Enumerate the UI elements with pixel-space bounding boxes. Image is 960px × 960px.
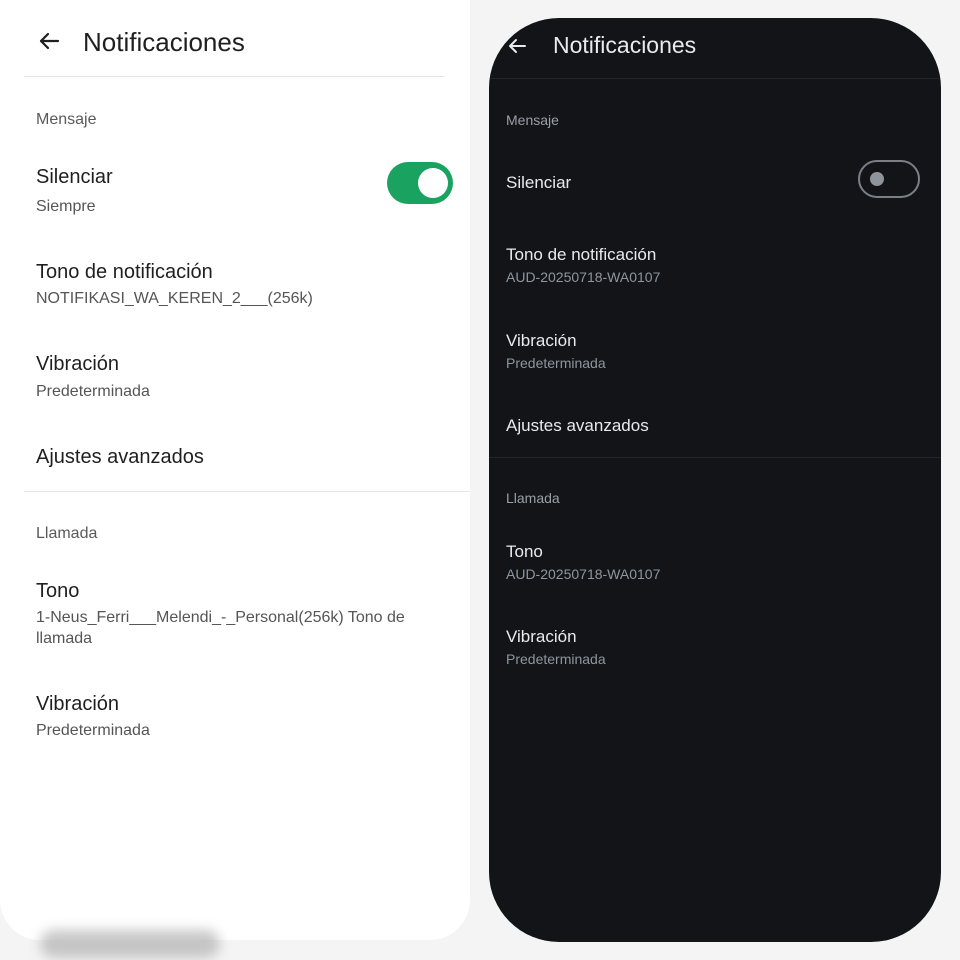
call-tone-value: AUD-20250718-WA0107 [506,566,661,582]
call-tone-value: 1-Neus_Ferri___Melendi_-_Personal(256k) … [36,609,405,647]
mute-title: Silenciar [36,166,113,188]
message-vibration-title: Vibración [36,353,120,375]
blurred-artifact [40,930,220,958]
toggle-knob [418,168,448,198]
section-label-call: Llamada [506,490,560,506]
message-vibration-value: Predeterminada [506,355,606,371]
page-title: Notificaciones [83,27,245,57]
call-vibration-value: Predeterminada [506,651,606,667]
section-label-message: Mensaje [36,111,97,128]
mute-toggle[interactable] [387,162,453,204]
section-divider [24,491,470,492]
call-tone-title: Tono [36,580,80,602]
section-label-call: Llamada [36,525,98,542]
notification-tone-value: AUD-20250718-WA0107 [506,269,661,285]
light-app-bar: Notificaciones [0,0,470,76]
header-divider [24,76,445,77]
dark-app-bar: Notificaciones [489,18,941,78]
light-notifications-screen: Notificaciones Mensaje Silenciar Siempre… [0,0,470,940]
notification-tone-title: Tono de notificación [36,261,213,283]
mute-title: Silenciar [506,173,572,192]
toggle-knob [870,172,884,186]
message-vibration-value: Predeterminada [36,383,150,400]
call-vibration-value: Predeterminada [36,722,150,739]
notification-tone-value: NOTIFIKASI_WA_KEREN_2___(256k) [36,290,313,307]
page-title: Notificaciones [553,32,697,58]
notification-tone-title: Tono de notificación [506,245,657,264]
call-tone-title: Tono [506,542,543,561]
mute-toggle[interactable] [858,160,920,198]
section-divider [489,457,941,458]
comparison-stage: Notificaciones Mensaje Silenciar Siempre… [0,0,960,960]
message-vibration-title: Vibración [506,331,577,350]
back-arrow-icon[interactable] [38,30,60,52]
header-divider [489,78,941,79]
advanced-settings-item[interactable]: Ajustes avanzados [506,416,649,436]
advanced-settings-item[interactable]: Ajustes avanzados [36,446,204,469]
section-label-message: Mensaje [506,112,559,128]
call-vibration-title: Vibración [506,627,577,646]
call-vibration-title: Vibración [36,693,120,715]
mute-value: Siempre [36,198,96,215]
dark-notifications-screen: Notificaciones Mensaje Silenciar Tono de… [489,18,941,942]
back-arrow-icon[interactable] [507,36,527,56]
